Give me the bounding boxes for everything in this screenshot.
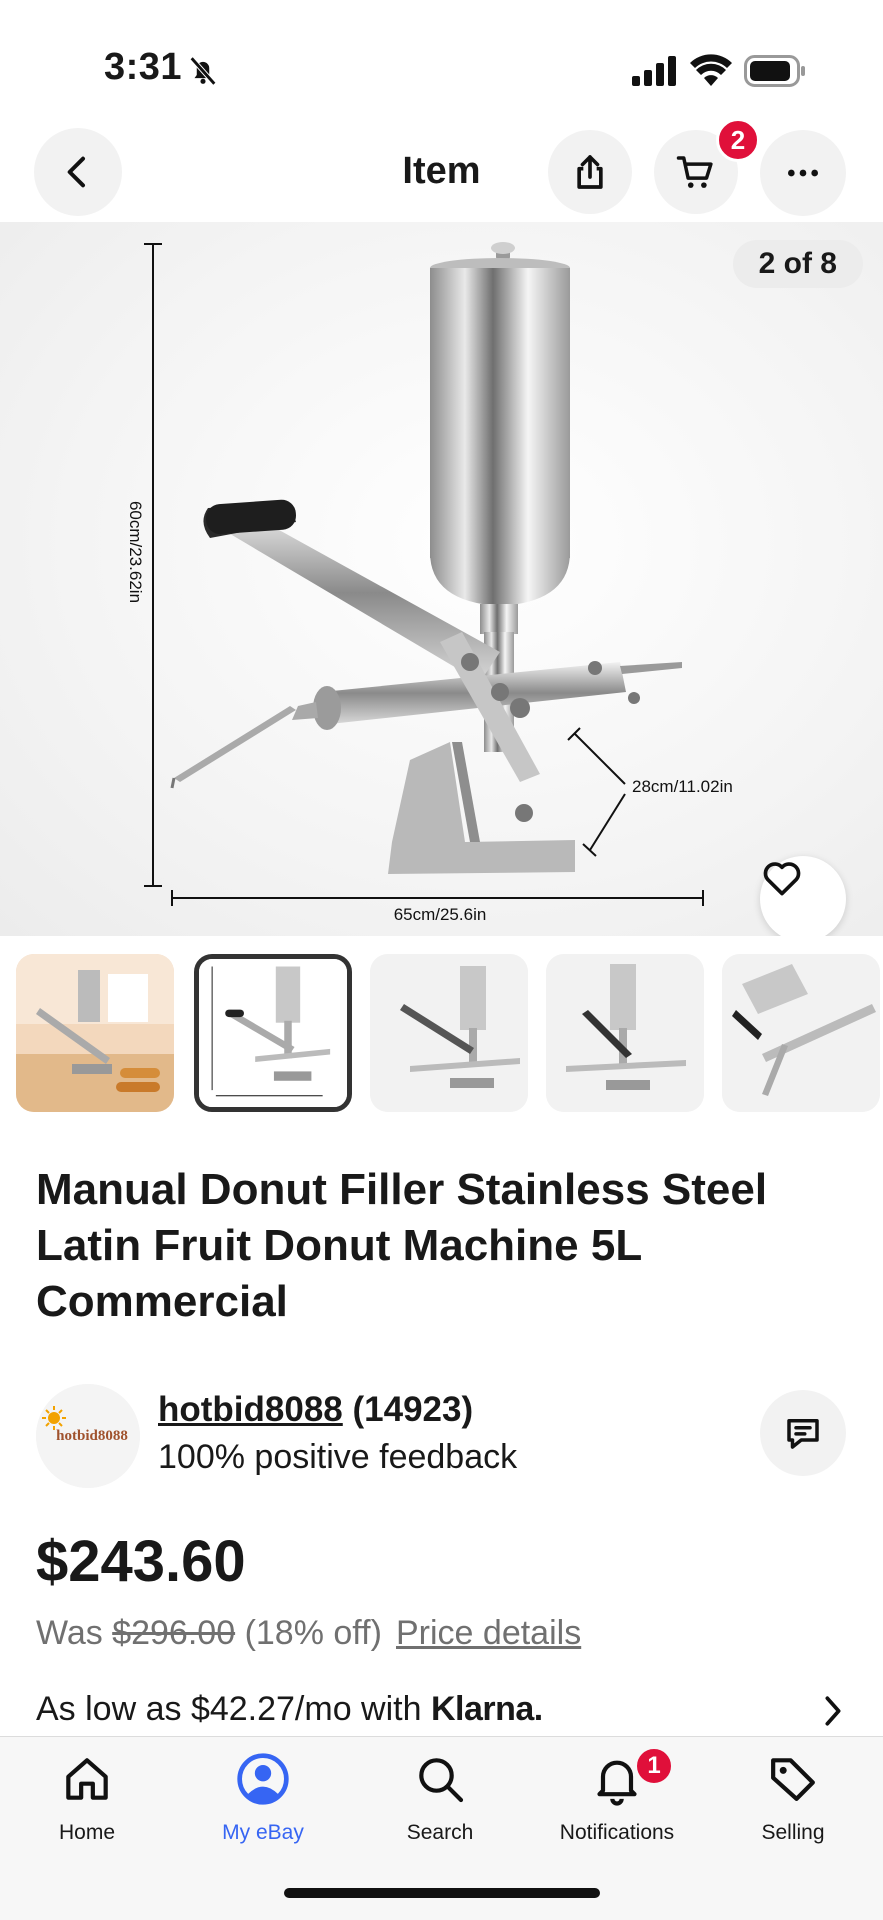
search-icon xyxy=(419,1758,464,1803)
depth-dimension-label: 28cm/11.02in xyxy=(632,777,733,796)
was-label: Was xyxy=(36,1614,103,1652)
item-title: Manual Donut Filler Stainless Steel Lati… xyxy=(36,1165,768,1326)
watch-button[interactable] xyxy=(760,856,846,936)
seller-avatar[interactable]: hotbid8088 xyxy=(36,1384,140,1488)
user-icon xyxy=(237,1753,289,1805)
seller-feedback: 100% positive feedback xyxy=(158,1438,518,1476)
cart-icon xyxy=(676,156,713,188)
wifi-icon xyxy=(690,54,732,86)
seller-score: (14923) xyxy=(352,1390,474,1429)
was-price: $296.00 xyxy=(112,1614,236,1652)
price-details-link[interactable]: Price details xyxy=(396,1614,581,1653)
contact-seller-button[interactable] xyxy=(760,1390,846,1476)
thumbnail-1-image xyxy=(16,954,174,1112)
donut-filler-illustration: 60cm/23.62in 65cm/25.6in 28cm/11.02in xyxy=(126,242,733,924)
chevron-right-icon[interactable] xyxy=(820,1694,846,1728)
tag-icon xyxy=(771,1758,815,1801)
thumbnail-3[interactable] xyxy=(370,954,528,1112)
seller-logo-text: hotbid8088 xyxy=(56,1428,128,1444)
back-icon xyxy=(67,156,85,188)
home-icon xyxy=(66,1758,108,1800)
image-counter: 2 of 8 xyxy=(732,240,863,288)
width-dimension-label: 65cm/25.6in xyxy=(394,905,487,924)
back-button[interactable] xyxy=(34,128,122,216)
thumbnail-3-image xyxy=(370,954,528,1112)
thumbnail-2-image xyxy=(199,959,347,1107)
bell-off-icon xyxy=(189,56,217,86)
klarna-financing-row[interactable]: As low as $42.27/mo with Klarna. xyxy=(36,1690,543,1729)
tab-selling[interactable]: Selling xyxy=(718,1751,868,1861)
thumbnail-strip xyxy=(0,952,883,1112)
was-price-row: Was $296.00 (18% off) xyxy=(36,1614,382,1653)
thumbnail-4[interactable] xyxy=(546,954,704,1112)
tab-search[interactable]: Search xyxy=(365,1751,515,1861)
notifications-badge: 1 xyxy=(634,1746,674,1786)
cart-count-badge: 2 xyxy=(716,118,760,162)
seller-name-row: hotbid8088 (14923) xyxy=(158,1390,473,1430)
thumbnail-2[interactable] xyxy=(194,954,352,1112)
status-bar: 3:31 xyxy=(0,0,883,120)
more-options-button[interactable] xyxy=(760,130,846,216)
home-indicator xyxy=(284,1888,600,1898)
more-icon xyxy=(788,169,818,177)
signal-icon xyxy=(632,56,676,86)
tab-home-label: Home xyxy=(58,1821,116,1844)
thumbnail-4-image xyxy=(546,954,704,1112)
tab-selling-label: Selling xyxy=(761,1821,825,1844)
discount-percent: (18% off) xyxy=(244,1614,382,1652)
share-icon xyxy=(577,155,603,189)
battery-icon xyxy=(744,55,805,87)
height-dimension-label: 60cm/23.62in xyxy=(126,501,145,603)
tab-search-label: Search xyxy=(406,1821,474,1844)
tab-my-ebay-label: My eBay xyxy=(222,1821,304,1844)
thumbnail-5-image xyxy=(722,954,880,1112)
seller-logo: hotbid8088 xyxy=(36,1384,140,1488)
thumbnail-1[interactable] xyxy=(16,954,174,1112)
thumbnail-5[interactable] xyxy=(722,954,880,1112)
tab-my-ebay[interactable]: My eBay xyxy=(188,1751,338,1861)
seller-name-link[interactable]: hotbid8088 xyxy=(158,1390,343,1429)
share-button[interactable] xyxy=(548,130,632,214)
message-icon xyxy=(787,1419,819,1449)
tab-home[interactable]: Home xyxy=(12,1751,162,1861)
klarna-text: As low as $42.27/mo with xyxy=(36,1690,422,1728)
heart-icon xyxy=(763,862,801,896)
klarna-logo: Klarna. xyxy=(430,1690,543,1728)
tab-notifications-label: Notifications xyxy=(559,1821,675,1844)
status-time: 3:31 xyxy=(104,46,183,88)
item-price: $243.60 xyxy=(36,1529,246,1594)
product-image[interactable]: 60cm/23.62in 65cm/25.6in 28cm/11.02in 2 … xyxy=(0,222,883,936)
